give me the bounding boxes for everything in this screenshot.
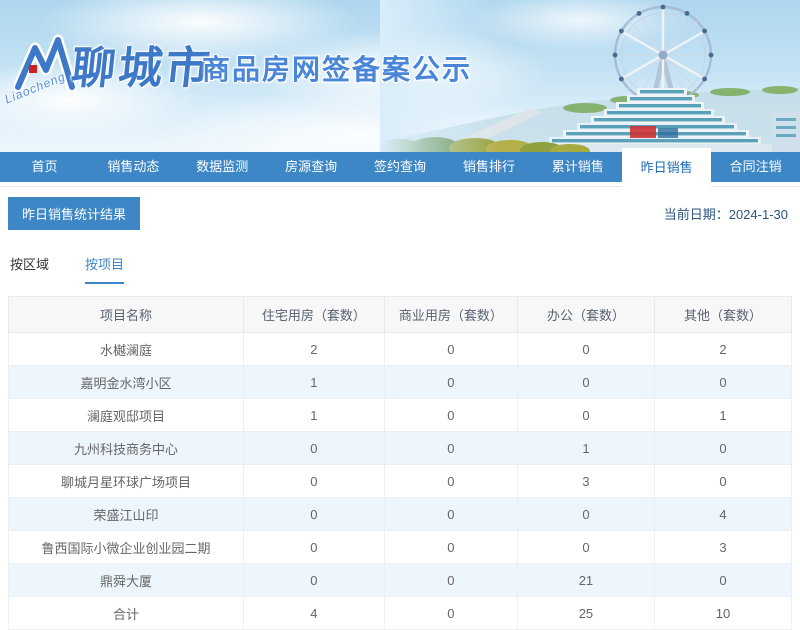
project-name-cell: 聊城月星环球广场项目 bbox=[8, 464, 244, 498]
column-header: 住宅用房（套数） bbox=[242, 296, 385, 333]
value-cell: 4 bbox=[242, 596, 385, 630]
value-cell: 0 bbox=[383, 497, 518, 531]
current-date-label: 当前日期： bbox=[663, 207, 729, 222]
value-cell: 0 bbox=[516, 332, 655, 366]
value-cell: 0 bbox=[653, 464, 793, 498]
value-cell: 0 bbox=[653, 431, 793, 465]
project-name-cell: 嘉明金水湾小区 bbox=[8, 365, 244, 399]
value-cell: 0 bbox=[242, 431, 385, 465]
table-row: 九州科技商务中心 0 0 1 0 bbox=[8, 431, 793, 465]
nav-item-yesterday-sales[interactable]: 昨日销售 bbox=[622, 148, 712, 188]
value-cell: 4 bbox=[653, 497, 793, 531]
value-cell: 0 bbox=[242, 530, 385, 564]
value-cell: 0 bbox=[516, 530, 655, 564]
tab-by-region[interactable]: 按区域 bbox=[10, 254, 49, 284]
value-cell: 0 bbox=[383, 563, 518, 597]
value-cell: 0 bbox=[383, 596, 518, 630]
value-cell: 2 bbox=[653, 332, 793, 366]
value-cell: 21 bbox=[516, 563, 655, 597]
value-cell: 0 bbox=[383, 431, 518, 465]
value-cell: 0 bbox=[242, 497, 385, 531]
nav-item-signing-query[interactable]: 签约查询 bbox=[356, 152, 445, 182]
table-row: 鲁西国际小微企业创业园二期 0 0 0 3 bbox=[8, 530, 793, 564]
value-cell: 0 bbox=[516, 365, 655, 399]
value-cell: 1 bbox=[653, 398, 793, 432]
table-row: 水樾澜庭 2 0 0 2 bbox=[8, 332, 793, 366]
column-header: 其他（套数） bbox=[653, 296, 793, 333]
project-name-cell: 鼎舜大厦 bbox=[8, 563, 244, 597]
site-banner: Liaocheng 聊城市 商品房网签备案公示 bbox=[0, 0, 800, 152]
nav-item-listing-query[interactable]: 房源查询 bbox=[267, 152, 356, 182]
table-header-row: 项目名称 住宅用房（套数） 商业用房（套数） 办公（套数） 其他（套数） bbox=[8, 296, 793, 333]
main-nav: 首页 销售动态 数据监测 房源查询 签约查询 销售排行 累计销售 昨日销售 合同注销 bbox=[0, 148, 800, 188]
table-row: 鼎舜大厦 0 0 21 0 bbox=[8, 563, 793, 597]
table-row: 合计 4 0 25 10 bbox=[8, 596, 793, 630]
project-name-cell: 鲁西国际小微企业创业园二期 bbox=[8, 530, 244, 564]
table-row: 荣盛江山印 0 0 0 4 bbox=[8, 497, 793, 531]
sales-statistics-table: 项目名称 住宅用房（套数） 商业用房（套数） 办公（套数） 其他（套数） 水樾澜庭 2 0 0… bbox=[8, 296, 793, 630]
value-cell: 3 bbox=[516, 464, 655, 498]
filter-tabs: 按区域 按项目 bbox=[8, 254, 792, 284]
value-cell: 0 bbox=[383, 464, 518, 498]
project-name-cell: 澜庭观邸项目 bbox=[8, 398, 244, 432]
nav-item-sales-dynamics[interactable]: 销售动态 bbox=[89, 152, 178, 182]
value-cell: 1 bbox=[242, 398, 385, 432]
nav-item-cumulative-sales[interactable]: 累计销售 bbox=[533, 152, 622, 182]
value-cell: 25 bbox=[516, 596, 655, 630]
nav-item-data-monitor[interactable]: 数据监测 bbox=[178, 152, 267, 182]
project-name-cell: 水樾澜庭 bbox=[8, 332, 244, 366]
value-cell: 1 bbox=[242, 365, 385, 399]
value-cell: 0 bbox=[242, 464, 385, 498]
building-red-sign bbox=[630, 126, 656, 138]
section-title-badge: 昨日销售统计结果 bbox=[8, 197, 141, 230]
current-date-value: 2024-1-30 bbox=[728, 207, 788, 222]
nav-item-home[interactable]: 首页 bbox=[0, 152, 89, 182]
value-cell: 0 bbox=[383, 332, 518, 366]
table-row: 聊城月星环球广场项目 0 0 3 0 bbox=[8, 464, 793, 498]
value-cell: 0 bbox=[242, 563, 385, 597]
value-cell: 0 bbox=[653, 563, 793, 597]
table-row: 嘉明金水湾小区 1 0 0 0 bbox=[8, 365, 793, 399]
project-name-cell: 荣盛江山印 bbox=[8, 497, 244, 531]
table-header: 项目名称 住宅用房（套数） 商业用房（套数） 办公（套数） 其他（套数） bbox=[8, 296, 793, 333]
project-name-cell: 合计 bbox=[8, 596, 244, 630]
current-date: 当前日期：2024-1-30 bbox=[664, 204, 792, 223]
value-cell: 0 bbox=[516, 497, 655, 531]
value-cell: 1 bbox=[516, 431, 655, 465]
site-title-text: 商品房网签备案公示 bbox=[202, 54, 473, 85]
value-cell: 0 bbox=[383, 365, 518, 399]
nav-item-sales-ranking[interactable]: 销售排行 bbox=[444, 152, 533, 182]
nav-item-contract-cancellation[interactable]: 合同注销 bbox=[711, 152, 800, 182]
value-cell: 0 bbox=[653, 365, 793, 399]
column-header: 项目名称 bbox=[8, 296, 244, 333]
value-cell: 0 bbox=[516, 398, 655, 432]
table-body: 水樾澜庭 2 0 0 2 嘉明金水湾小区 1 0 0 0 澜庭观邸项目 1 0 0 1 九州科技商务中心 0 0 1… bbox=[8, 332, 793, 630]
column-header: 商业用房（套数） bbox=[383, 296, 518, 333]
value-cell: 3 bbox=[653, 530, 793, 564]
tab-by-project[interactable]: 按项目 bbox=[85, 254, 125, 284]
project-name-cell: 九州科技商务中心 bbox=[8, 431, 244, 465]
value-cell: 2 bbox=[242, 332, 385, 366]
table-row: 澜庭观邸项目 1 0 0 1 bbox=[8, 398, 793, 432]
brand-city-name: 聊城市 bbox=[68, 44, 216, 93]
value-cell: 10 bbox=[653, 596, 793, 630]
value-cell: 0 bbox=[383, 530, 518, 564]
main-content: 昨日销售统计结果 当前日期：2024-1-30 按区域 按项目 项目名称 住宅用房（… bbox=[0, 197, 800, 630]
value-cell: 0 bbox=[383, 398, 518, 432]
column-header: 办公（套数） bbox=[516, 296, 655, 333]
